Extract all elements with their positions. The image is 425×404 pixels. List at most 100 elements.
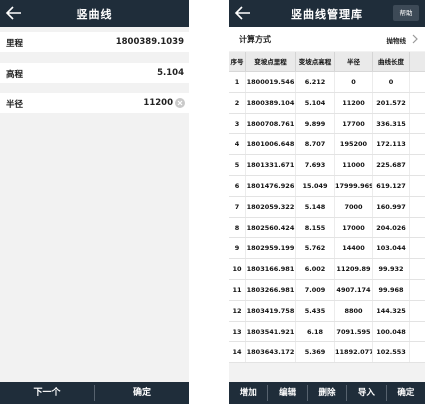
- table-row[interactable]: 11 1803266.981 7.009 4907.174 99.968: [229, 279, 425, 301]
- table-cell: 1803166.981: [246, 259, 296, 279]
- table-row[interactable]: 1 1800019.546 6.212 0 0: [229, 72, 425, 93]
- table-header: 序号 变坡点里程 变坡点高程 半径 曲线长度: [229, 52, 425, 72]
- table-cell: 1802059.322: [246, 196, 296, 217]
- table-row[interactable]: 9 1802959.199 5.762 14400 103.044: [229, 238, 425, 260]
- table-row[interactable]: 6 1801476.926 15.049 17999.969 619.127: [229, 175, 425, 197]
- elevation-field[interactable]: 高程 5.104: [0, 63, 189, 83]
- radius-value[interactable]: 11200: [143, 98, 173, 108]
- table-row[interactable]: 2 1800389.104 5.104 11200 201.572: [229, 92, 425, 114]
- table-cell: [410, 342, 425, 362]
- table-cell: [410, 301, 425, 321]
- calc-method-row[interactable]: 计算方式 抛物线: [229, 27, 425, 51]
- table-cell: 7.693: [296, 155, 335, 175]
- table-cell: [410, 322, 425, 342]
- table-cell: [410, 176, 425, 196]
- table-cell: 1803266.981: [246, 279, 296, 300]
- table-cell: 5.762: [296, 238, 335, 259]
- table-cell: 225.687: [373, 155, 410, 175]
- table-cell: 15.049: [296, 175, 335, 196]
- radius-field[interactable]: 半径 11200: [0, 93, 189, 113]
- add-button[interactable]: 增加: [229, 382, 267, 404]
- mileage-value[interactable]: 1800389.1039: [116, 37, 184, 47]
- table-cell: 1801006.648: [246, 134, 296, 155]
- table-row[interactable]: 7 1802059.322 5.148 7000 160.997: [229, 196, 425, 218]
- column-header: 半径: [335, 52, 373, 71]
- table-cell: 7091.595: [335, 321, 373, 342]
- table-row[interactable]: 10 1803166.981 6.002 11209.89 99.932: [229, 259, 425, 280]
- table-cell: [410, 280, 425, 300]
- column-header: 变坡点里程: [246, 52, 296, 71]
- table-cell: 1800389.104: [246, 92, 296, 113]
- calc-method-value: 抛物线: [386, 37, 407, 45]
- edit-button[interactable]: 编辑: [268, 382, 306, 404]
- table-cell: 17700: [335, 113, 373, 134]
- confirm-button[interactable]: 确定: [387, 382, 425, 404]
- table-cell: 1800708.761: [246, 113, 296, 134]
- table-cell: 336.315: [373, 113, 410, 134]
- table-cell: 1802959.199: [246, 238, 296, 259]
- table-cell: 8.155: [296, 217, 335, 238]
- table-cell: [410, 218, 425, 238]
- table-cell: 5.435: [296, 300, 335, 321]
- table-cell: 3: [229, 113, 246, 134]
- bottom-bar: 增加 编辑 删除 导入 确定: [229, 382, 425, 404]
- top-bar: 竖曲线: [0, 0, 189, 27]
- clear-icon[interactable]: [175, 98, 185, 108]
- table-cell: 103.044: [373, 238, 410, 259]
- next-button[interactable]: 下一个: [0, 382, 94, 404]
- calc-method-label: 计算方式: [239, 35, 271, 44]
- table-cell: [410, 93, 425, 113]
- table-cell: 4: [229, 134, 246, 155]
- table-cell: 6.002: [296, 259, 335, 279]
- page-title: 竖曲线: [76, 8, 113, 21]
- table-cell: 8800: [335, 300, 373, 321]
- table-cell: 2: [229, 92, 246, 113]
- elevation-value[interactable]: 5.104: [157, 68, 184, 78]
- table-row[interactable]: 13 1803541.921 6.18 7091.595 100.048: [229, 321, 425, 343]
- table-cell: [410, 259, 425, 279]
- table-cell: 13: [229, 321, 246, 342]
- help-button[interactable]: 帮助: [393, 5, 419, 21]
- table-cell: 7000: [335, 196, 373, 217]
- table-cell: 1803643.172: [246, 342, 296, 363]
- top-bar: 竖曲线管理库 帮助: [229, 0, 425, 27]
- table-cell: 1803419.758: [246, 300, 296, 321]
- table-cell: 99.968: [373, 279, 410, 300]
- table-row[interactable]: 12 1803419.758 5.435 8800 144.325: [229, 300, 425, 322]
- table-cell: 0: [373, 72, 410, 92]
- import-button[interactable]: 导入: [347, 382, 385, 404]
- table-cell: 11: [229, 279, 246, 300]
- table-cell: [410, 197, 425, 217]
- table-cell: 1803541.921: [246, 321, 296, 342]
- table-cell: 8.707: [296, 134, 335, 155]
- table-cell: 12: [229, 300, 246, 321]
- table-cell: 5.104: [296, 92, 335, 113]
- delete-button[interactable]: 删除: [308, 382, 346, 404]
- table-cell: 11200: [335, 92, 373, 113]
- mileage-field[interactable]: 里程 1800389.1039: [0, 32, 189, 52]
- table-cell: 1: [229, 72, 246, 92]
- table-cell: 160.997: [373, 196, 410, 217]
- table-cell: 1801331.671: [246, 155, 296, 175]
- table-cell: 9.899: [296, 113, 335, 134]
- mileage-label: 里程: [6, 39, 24, 49]
- table-cell: 11892.077: [335, 342, 373, 363]
- table-cell: 102.553: [373, 342, 410, 363]
- table-cell: 6.18: [296, 321, 335, 342]
- table-cell: 7: [229, 196, 246, 217]
- table-cell: 100.048: [373, 321, 410, 342]
- confirm-button[interactable]: 确定: [95, 382, 189, 404]
- column-header: 曲线长度: [373, 52, 410, 71]
- table-row[interactable]: 3 1800708.761 9.899 17700 336.315: [229, 113, 425, 135]
- table-cell: 5: [229, 155, 246, 175]
- table-row[interactable]: 8 1802560.424 8.155 17000 204.026: [229, 217, 425, 239]
- table-cell: 17000: [335, 217, 373, 238]
- table-row[interactable]: 4 1801006.648 8.707 195200 172.113: [229, 134, 425, 156]
- table-row[interactable]: 14 1803643.172 5.369 11892.077 102.553: [229, 342, 425, 364]
- table-cell: 172.113: [373, 134, 410, 155]
- table-cell: 7.009: [296, 279, 335, 300]
- table-cell: 204.026: [373, 217, 410, 238]
- table-row[interactable]: 5 1801331.671 7.693 11000 225.687: [229, 155, 425, 176]
- table-body: 1 1800019.546 6.212 0 0 2 1800389.104 5.104 1120…: [229, 72, 425, 364]
- table-cell: 8: [229, 217, 246, 238]
